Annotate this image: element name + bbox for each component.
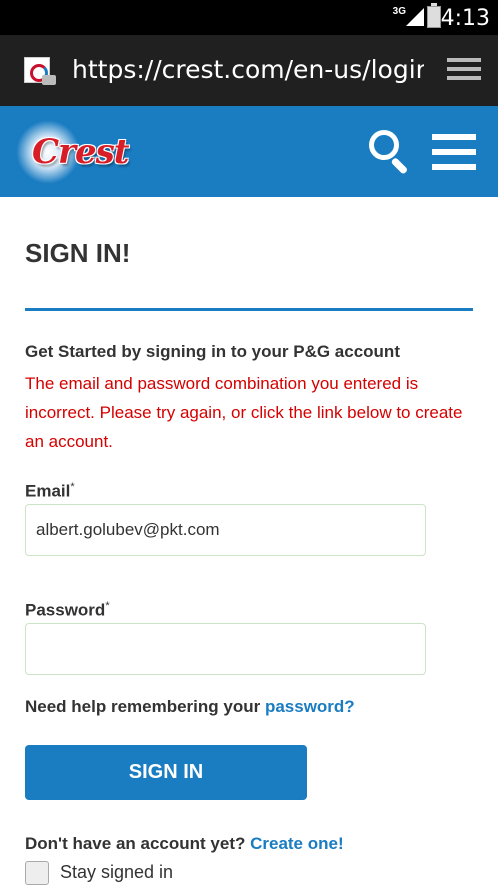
title-divider [25,308,473,311]
signal-icon [406,8,424,26]
menu-icon[interactable] [432,134,476,170]
password-label: Password* [25,600,110,620]
status-bar: 3G 4:13 [0,0,498,35]
crest-logo[interactable]: Crest [16,120,168,184]
password-help: Need help remembering your password? [25,697,355,716]
tabs-icon[interactable] [447,56,483,84]
network-type: 3G [392,6,406,17]
email-label: Email* [25,481,75,501]
required-marker: * [70,481,75,493]
create-account-prompt: Don't have an account yet? Create one! [25,834,344,853]
required-marker: * [105,600,110,612]
lock-icon [42,75,56,85]
stay-signed-in-checkbox[interactable] [25,861,49,885]
page-title: SIGN IN! [25,238,131,268]
error-message: The email and password combination you e… [25,374,463,451]
clock: 4:13 [440,6,490,31]
logo-text: Crest [32,132,129,172]
intro-text: Get Started by signing in to your P&G ac… [25,342,400,361]
url-text[interactable]: https://crest.com/en-us/loginpa [72,55,424,84]
create-account-link[interactable]: Create one! [250,834,344,853]
sign-in-button[interactable]: SIGN IN [25,745,307,800]
forgot-password-link[interactable]: password? [265,697,355,716]
site-header: Crest [0,106,498,197]
email-field[interactable] [25,504,426,556]
browser-url-bar[interactable]: https://crest.com/en-us/loginpa [0,35,498,106]
battery-icon [427,3,441,28]
password-field[interactable] [25,623,426,675]
search-icon[interactable] [367,128,411,175]
stay-signed-in-label[interactable]: Stay signed in [60,862,173,883]
